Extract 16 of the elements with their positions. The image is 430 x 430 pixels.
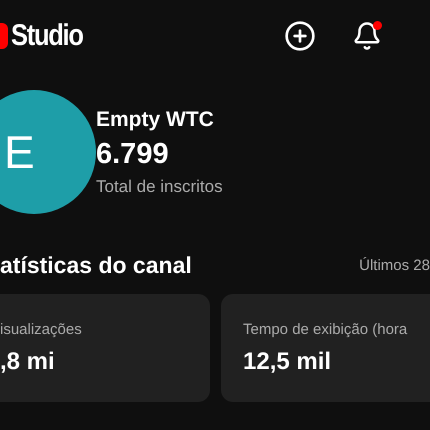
logo-mark	[0, 23, 8, 49]
subscriber-label: Total de inscritos	[96, 176, 223, 196]
stat-card[interactable]: isualizações ,8 mi	[0, 294, 210, 402]
logo-text: Studio	[11, 19, 83, 53]
period-label: Últimos 28	[359, 257, 430, 274]
stat-value: 12,5 mil	[243, 348, 332, 376]
create-button[interactable]	[284, 20, 316, 52]
stat-card[interactable]: Tempo de exibição (hora 12,5 mil	[221, 294, 430, 402]
channel-name: Empty WTC	[96, 108, 215, 132]
subscriber-count: 6.799	[96, 138, 170, 170]
channel-avatar: E	[0, 90, 96, 214]
stat-label: Tempo de exibição (hora	[243, 320, 408, 338]
section-title: atísticas do canal	[0, 252, 192, 279]
notifications-button[interactable]	[352, 21, 382, 51]
stat-value: ,8 mi	[0, 348, 56, 376]
stat-label: isualizações	[0, 320, 83, 338]
